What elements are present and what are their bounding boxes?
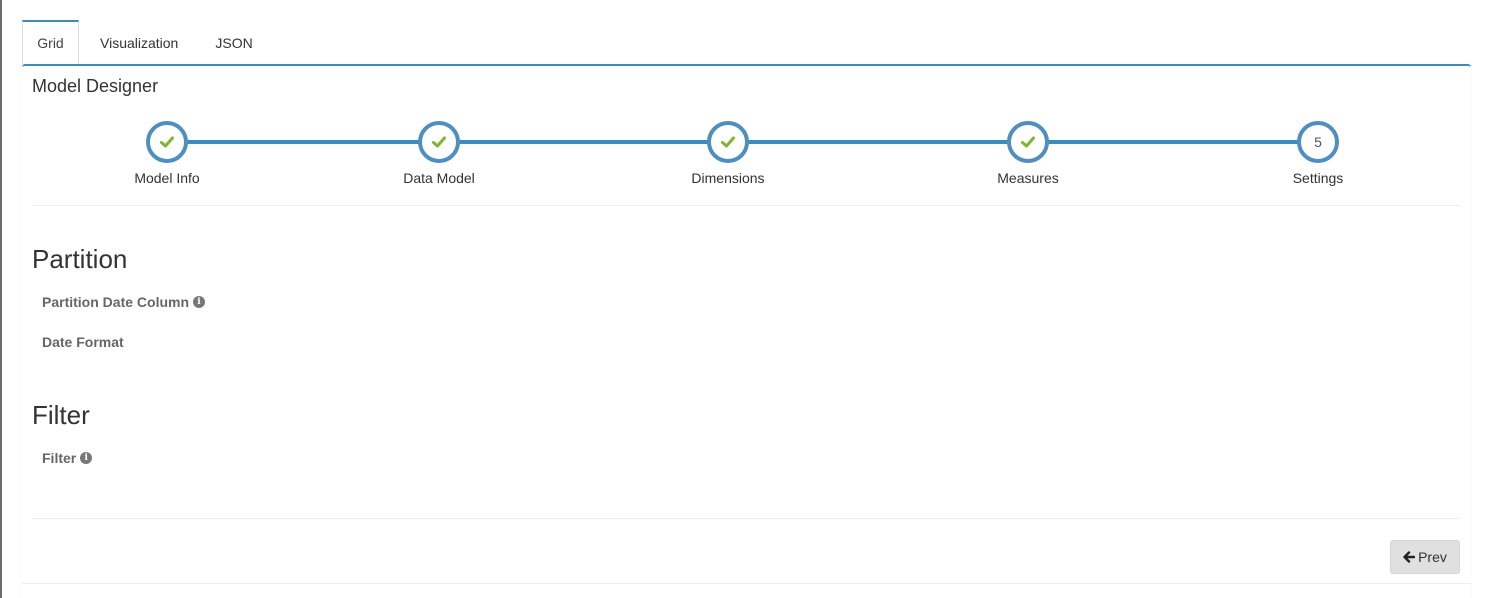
partition-heading: Partition [32,244,128,274]
window-left-edge [0,0,2,598]
filter-field: Filter i [42,450,93,466]
model-designer-panel: Model Designer Model Info Data Model Dim… [22,64,1471,598]
step-label: Dimensions [691,170,765,186]
step-model-info[interactable]: Model Info [107,121,227,186]
divider [32,518,1460,519]
field-label: Partition Date Column [42,294,190,310]
arrow-left-icon [1403,551,1416,563]
step-label: Model Info [134,170,200,186]
tab-bar: Grid Visualization JSON [22,20,270,64]
info-icon[interactable]: i [193,296,206,308]
step-number: 5 [1314,134,1322,150]
step-dimensions[interactable]: Dimensions [668,121,788,186]
tab-json[interactable]: JSON [196,20,269,64]
check-icon [1021,136,1035,148]
step-circle: 5 [1297,121,1339,163]
filter-heading: Filter [32,400,90,430]
panel-title: Model Designer [32,76,159,96]
step-label: Settings [1292,170,1344,186]
step-settings[interactable]: 5 Settings [1258,121,1378,186]
partition-date-column-field: Partition Date Column i [42,294,206,310]
step-circle [707,121,749,163]
step-data-model[interactable]: Data Model [379,121,499,186]
tab-visualization[interactable]: Visualization [79,20,196,64]
prev-label: Prev [1418,549,1447,565]
field-label: Filter [42,450,77,466]
divider [32,205,1460,206]
step-label: Measures [997,170,1059,186]
step-circle [418,121,460,163]
tab-grid[interactable]: Grid [22,20,79,64]
divider [22,583,1471,584]
step-measures[interactable]: Measures [968,121,1088,186]
step-circle [146,121,188,163]
field-label: Date Format [42,334,124,350]
step-circle [1007,121,1049,163]
check-icon [160,136,174,148]
step-label: Data Model [403,170,475,186]
prev-button[interactable]: Prev [1390,540,1460,574]
check-icon [432,136,446,148]
info-icon[interactable]: i [80,452,93,464]
date-format-field: Date Format [42,334,124,350]
check-icon [721,136,735,148]
